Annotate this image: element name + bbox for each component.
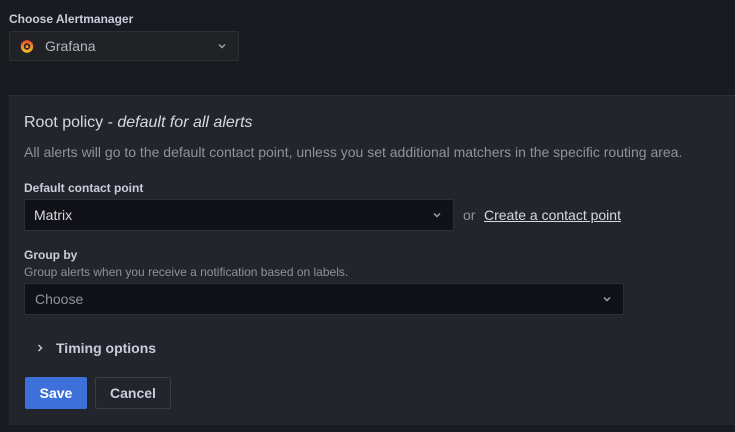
chevron-down-icon	[600, 292, 614, 306]
create-contact-point-link[interactable]: Create a contact point	[484, 207, 621, 223]
root-policy-description: All alerts will go to the default contac…	[24, 144, 683, 160]
alertmanager-label: Choose Alertmanager	[9, 12, 134, 26]
alertmanager-select[interactable]: Grafana	[9, 31, 239, 61]
chevron-right-icon	[34, 342, 46, 354]
group-by-description: Group alerts when you receive a notifica…	[24, 265, 349, 279]
timing-options-toggle[interactable]: Timing options	[34, 340, 156, 356]
chevron-down-icon	[215, 39, 229, 53]
alertmanager-selected-value: Grafana	[45, 38, 96, 54]
save-button[interactable]: Save	[25, 377, 87, 409]
grafana-logo-icon	[19, 38, 35, 54]
default-contact-point-select[interactable]: Matrix	[24, 199, 454, 231]
or-text: or	[463, 207, 476, 223]
group-by-label: Group by	[24, 248, 78, 262]
default-contact-point-label: Default contact point	[24, 181, 144, 195]
root-policy-title-emphasis: default for all alerts	[117, 114, 253, 131]
notification-policies-page: Choose Alertmanager Grafana Root policy …	[0, 0, 735, 432]
cancel-button[interactable]: Cancel	[95, 377, 171, 409]
chevron-down-icon	[430, 208, 444, 222]
default-contact-point-value: Matrix	[34, 207, 73, 223]
group-by-select[interactable]: Choose	[24, 283, 624, 315]
root-policy-title: Root policy - default for all alerts	[24, 114, 253, 131]
root-policy-panel: Root policy - default for all alerts All…	[9, 95, 735, 425]
group-by-placeholder: Choose	[35, 291, 84, 307]
timing-options-label: Timing options	[56, 340, 157, 356]
